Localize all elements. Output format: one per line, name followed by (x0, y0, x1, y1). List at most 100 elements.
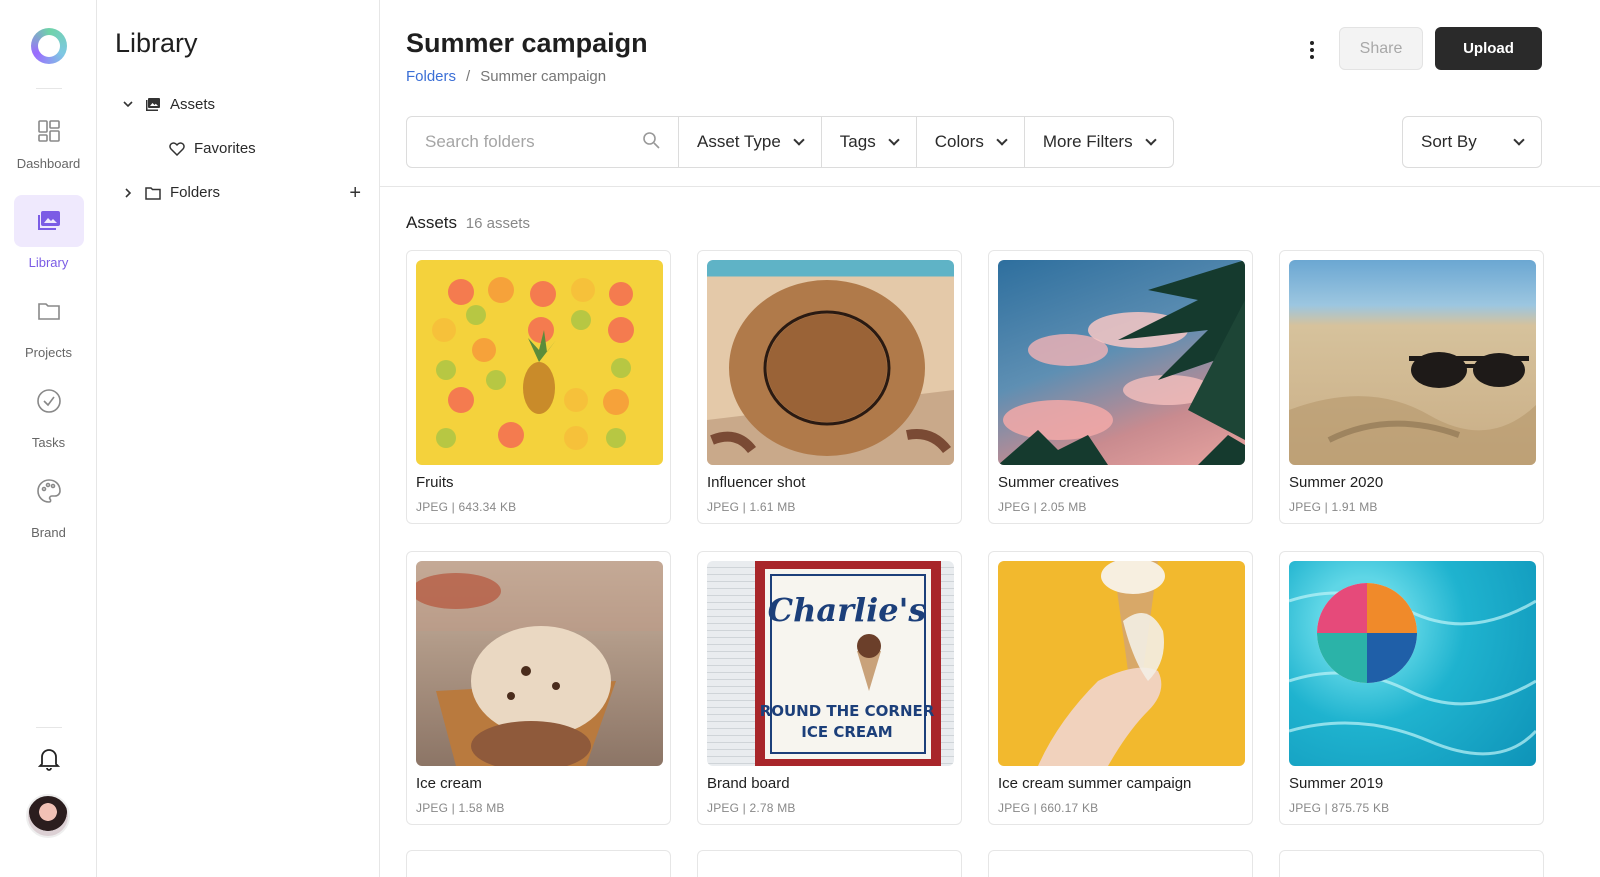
asset-card[interactable]: Influencer shot JPEG | 1.61 MB (697, 250, 962, 524)
asset-meta: JPEG | 1.61 MB (707, 500, 796, 514)
user-avatar[interactable] (26, 794, 70, 838)
search-input[interactable] (425, 132, 625, 152)
asset-card-partial[interactable] (406, 850, 671, 877)
breadcrumb-current: Summer campaign (480, 68, 607, 85)
breadcrumb-folders-link[interactable]: Folders (406, 68, 456, 85)
asset-card[interactable]: Charlie's ROUND THE CORNER ICE CREAM Bra… (697, 551, 962, 825)
rail-label-brand: Brand (31, 525, 66, 540)
icon-rail: Dashboard Library Projects Tasks Brand (0, 0, 97, 877)
asset-grid: Fruits JPEG | 643.34 KB Influencer shot … (406, 250, 1544, 825)
search-box (407, 117, 679, 167)
chevron-down-icon (888, 134, 900, 146)
asset-meta: JPEG | 660.17 KB (998, 801, 1099, 815)
asset-thumbnail-fruits[interactable] (416, 260, 663, 465)
chevron-down-icon (1513, 134, 1525, 146)
folder-icon (14, 285, 84, 337)
asset-card[interactable]: Ice cream summer campaign JPEG | 660.17 … (988, 551, 1253, 825)
asset-meta: JPEG | 1.91 MB (1289, 500, 1378, 514)
app-logo[interactable] (31, 28, 67, 64)
filter-bar: Asset Type Tags Colors More Filters (406, 116, 1174, 168)
asset-card[interactable]: Summer creatives JPEG | 2.05 MB (988, 250, 1253, 524)
colors-filter-dropdown[interactable]: Colors (917, 117, 1025, 167)
app-window: Dashboard Library Projects Tasks Brand L… (0, 0, 1600, 877)
brand-sign-line-2: ROUND THE CORNER (760, 702, 935, 720)
check-circle-icon (14, 375, 84, 427)
asset-title: Ice cream (416, 775, 482, 792)
asset-thumbnail-brand-board[interactable]: Charlie's ROUND THE CORNER ICE CREAM (707, 561, 954, 766)
asset-title: Ice cream summer campaign (998, 775, 1192, 792)
rail-label-tasks: Tasks (31, 435, 66, 450)
add-folder-plus-icon[interactable]: + (349, 183, 361, 203)
asset-thumbnail-summer-creatives[interactable] (998, 260, 1245, 465)
asset-type-filter-dropdown[interactable]: Asset Type (679, 117, 822, 167)
chevron-right-icon[interactable] (121, 187, 135, 198)
asset-meta: JPEG | 875.75 KB (1289, 801, 1390, 815)
asset-card[interactable]: Summer 2020 JPEG | 1.91 MB (1279, 250, 1544, 524)
tree-label-favorites: Favorites (194, 140, 256, 157)
library-title: Library (115, 28, 198, 58)
asset-card-partial[interactable] (697, 850, 962, 877)
asset-meta: JPEG | 643.34 KB (416, 500, 517, 514)
chevron-down-icon (996, 134, 1008, 146)
rail-item-brand[interactable]: Brand (0, 465, 97, 545)
share-button[interactable]: Share (1339, 27, 1423, 70)
heart-icon (169, 141, 185, 157)
tree-item-favorites[interactable]: Favorites (169, 140, 256, 157)
asset-title: Summer 2020 (1289, 474, 1384, 491)
assets-heading-label: Assets (406, 213, 458, 232)
asset-card-partial[interactable] (1279, 850, 1544, 877)
chevron-down-icon (793, 134, 805, 146)
asset-type-filter-label: Asset Type (697, 132, 781, 151)
asset-thumbnail-ice-cream-summer-campaign[interactable] (998, 561, 1245, 766)
bell-icon[interactable] (34, 744, 64, 774)
rail-item-tasks[interactable]: Tasks (0, 375, 97, 455)
tree-item-assets[interactable]: Assets (121, 96, 215, 113)
assets-heading: Assets 16 assets (406, 213, 530, 233)
brand-sign-line-3: ICE CREAM (801, 723, 892, 741)
folder-icon (145, 185, 161, 201)
dashboard-grid-icon (14, 105, 84, 157)
search-icon[interactable] (642, 131, 660, 154)
asset-meta: JPEG | 1.58 MB (416, 801, 505, 815)
tree-label-assets: Assets (170, 96, 216, 113)
chevron-down-icon[interactable] (121, 101, 135, 108)
tags-filter-dropdown[interactable]: Tags (822, 117, 917, 167)
more-filters-label: More Filters (1042, 132, 1133, 151)
more-options-kebab-icon[interactable] (1300, 38, 1324, 62)
asset-title: Summer 2019 (1289, 775, 1384, 792)
asset-thumbnail-summer-2020[interactable] (1289, 260, 1536, 465)
rail-label-library: Library (28, 255, 69, 270)
chevron-down-icon (1144, 134, 1157, 146)
asset-thumbnail-summer-2019[interactable] (1289, 561, 1536, 766)
library-images-icon (13, 195, 84, 247)
rail-label-projects: Projects (25, 345, 72, 360)
main-content: Summer campaign Folders / Summer campaig… (380, 0, 1600, 877)
asset-card[interactable]: Fruits JPEG | 643.34 KB (406, 250, 671, 524)
upload-button[interactable]: Upload (1435, 27, 1542, 70)
asset-thumbnail-ice-cream[interactable] (416, 561, 663, 766)
images-icon (145, 97, 161, 113)
asset-card[interactable]: Summer 2019 JPEG | 875.75 KB (1279, 551, 1544, 825)
asset-thumbnail-influencer-shot[interactable] (707, 260, 954, 465)
sort-by-dropdown[interactable]: Sort By (1402, 116, 1542, 168)
asset-title: Brand board (707, 775, 790, 792)
rail-item-dashboard[interactable]: Dashboard (0, 105, 97, 185)
asset-title: Influencer shot (707, 474, 806, 491)
library-panel: Library Assets Favorites Folders + (97, 0, 380, 877)
asset-card[interactable]: Ice cream JPEG | 1.58 MB (406, 551, 671, 825)
sort-by-label: Sort By (1421, 132, 1477, 151)
tags-filter-label: Tags (839, 132, 876, 151)
more-filters-dropdown[interactable]: More Filters (1025, 117, 1173, 167)
asset-meta: JPEG | 2.78 MB (707, 801, 796, 815)
page-title: Summer campaign (406, 28, 648, 58)
breadcrumb: Folders / Summer campaign (406, 68, 606, 85)
header-divider (380, 186, 1600, 187)
asset-title: Fruits (416, 474, 454, 491)
assets-count: 16 assets (465, 215, 530, 232)
rail-divider (36, 727, 62, 728)
rail-item-projects[interactable]: Projects (0, 285, 97, 365)
rail-item-library[interactable]: Library (0, 195, 97, 275)
tree-item-folders[interactable]: Folders (121, 184, 220, 201)
asset-card-partial[interactable] (988, 850, 1253, 877)
colors-filter-label: Colors (934, 132, 984, 151)
